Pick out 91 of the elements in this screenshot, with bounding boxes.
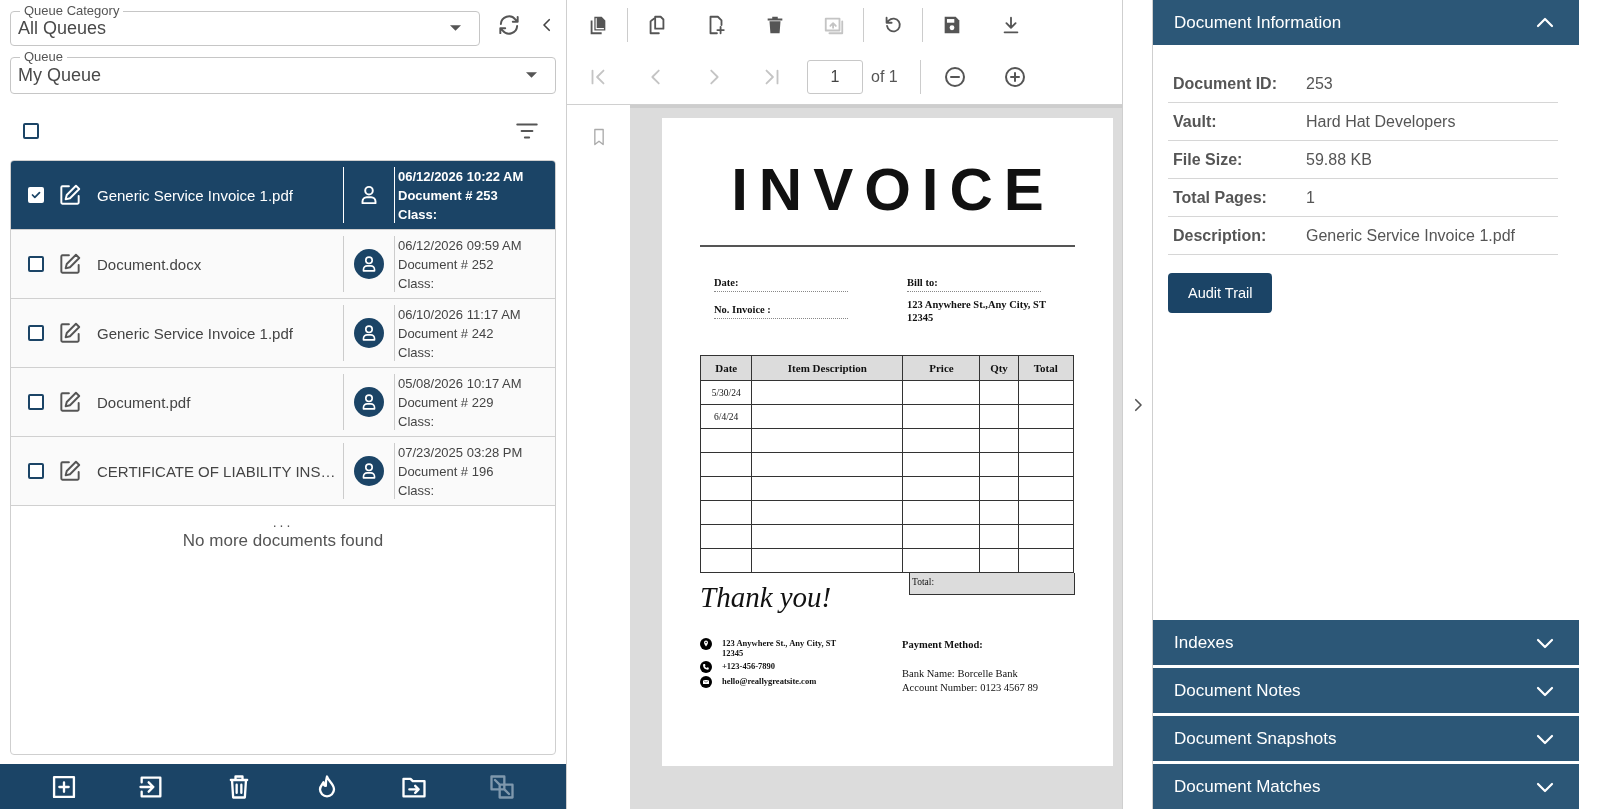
document-list-item[interactable]: Document.pdf 05/08/2026 10:17 AM Document # 229 Class:	[11, 368, 555, 437]
field-label: Document ID:	[1173, 74, 1278, 93]
billing-address: 123 Anywhere St.,Any City, ST 12345	[907, 298, 1047, 324]
avatar-icon	[354, 387, 384, 417]
field-label: Vault:	[1173, 112, 1218, 131]
document-class: Class:	[398, 412, 436, 431]
field-label: Queue	[24, 49, 64, 64]
checkbox[interactable]	[28, 394, 44, 410]
document-class: Class:	[398, 481, 436, 500]
caret-down-icon	[450, 25, 461, 31]
field-value: 1	[1306, 188, 1315, 207]
phone-icon	[700, 661, 712, 673]
payment-line: Account Number: 0123 4567 89	[902, 681, 1038, 695]
payment-heading: Payment Method:	[902, 638, 984, 652]
checkbox[interactable]	[28, 463, 44, 479]
document-name: Generic Service Invoice 1.pdf	[97, 324, 294, 342]
total-cell: Total:	[909, 573, 1075, 595]
form-label: No. Invoice :	[714, 304, 848, 319]
column-header: Price	[929, 362, 954, 374]
form-label: Bill to:	[907, 277, 1041, 292]
document-date: 06/12/2026 10:22 AM	[398, 167, 525, 186]
avatar-icon	[354, 318, 384, 348]
document-date: 06/12/2026 09:59 AM	[398, 236, 523, 255]
document-class: Class:	[398, 274, 436, 293]
document-list-item[interactable]: Generic Service Invoice 1.pdf 06/12/2026 10:22 AM Document # 253 Class:	[11, 161, 555, 230]
zoom-in-icon[interactable]	[1002, 65, 1027, 89]
document-number: Document # 253	[398, 186, 499, 205]
payment-line: Bank Name: Borcelle Bank	[902, 667, 1019, 681]
invoice-title: INVOICE	[730, 155, 1056, 220]
document-number: Document # 242	[398, 324, 495, 343]
document-name: Document.docx	[97, 255, 203, 273]
contact-text: 123 Anywhere St., Any City, ST 12345	[722, 638, 837, 658]
select-field[interactable]: Queue My Queue	[10, 50, 556, 94]
audit-trail-button[interactable]: Audit Trail	[1168, 273, 1273, 313]
thank-you-text: Thank you!	[700, 580, 832, 614]
avatar-icon	[354, 249, 384, 279]
pencil-icon[interactable]	[57, 458, 83, 484]
ellipsis-text: ...	[272, 514, 294, 530]
pencil-icon[interactable]	[57, 320, 83, 346]
document-date: 06/10/2026 11:17 AM	[398, 305, 522, 324]
caret-down-icon	[526, 72, 537, 78]
table-cell: 5/30/24	[711, 387, 741, 398]
contact-text: +123-456-7890	[722, 661, 776, 671]
field-label: Queue Category	[24, 3, 120, 18]
document-list-item[interactable]: Generic Service Invoice 1.pdf 06/10/2026 11:17 AM Document # 242 Class:	[11, 299, 555, 368]
field-value: Hard Hat Developers	[1306, 112, 1456, 131]
empty-message: No more documents found	[182, 530, 384, 552]
page-count: of 1	[871, 68, 898, 86]
document-number: Document # 252	[398, 255, 495, 274]
column-header: Date	[715, 362, 738, 374]
avatar-icon	[354, 456, 384, 486]
location-pin-icon	[700, 638, 712, 650]
column-header: Item Description	[787, 362, 867, 374]
field-label: Total Pages:	[1173, 188, 1268, 207]
checkbox[interactable]	[28, 325, 44, 341]
column-header: Total	[1033, 362, 1058, 374]
accordion-header[interactable]: Document Information	[1153, 0, 1579, 45]
pencil-icon[interactable]	[57, 389, 83, 415]
contact-text: hello@reallygreatsite.com	[722, 676, 818, 686]
refresh-icon[interactable]	[496, 12, 522, 38]
accordion-header[interactable]: Document Snapshots	[1153, 716, 1579, 761]
field-label: Description:	[1173, 226, 1268, 245]
document-list-item[interactable]: Document.docx 06/12/2026 09:59 AM Document # 252 Class:	[11, 230, 555, 299]
column-header: Qty	[990, 362, 1008, 374]
document-date: 05/08/2026 10:17 AM	[398, 374, 523, 393]
field-label: File Size:	[1173, 150, 1244, 169]
document-number: Document # 196	[398, 462, 495, 481]
pencil-icon[interactable]	[57, 251, 83, 277]
document-name: Generic Service Invoice 1.pdf	[97, 186, 294, 204]
accordion-header[interactable]: Document Notes	[1153, 668, 1579, 713]
document-name: CERTIFICATE OF LIABILITY INS…	[97, 462, 337, 480]
field-value: 59.88 KB	[1306, 150, 1372, 169]
accordion-header[interactable]: Indexes	[1153, 620, 1579, 665]
pencil-icon[interactable]	[57, 182, 83, 208]
document-class: Class:	[398, 343, 436, 362]
select-field[interactable]: Queue Category All Queues	[10, 4, 480, 46]
field-value: Generic Service Invoice 1.pdf	[1306, 226, 1515, 245]
accordion-header[interactable]: Document Matches	[1153, 764, 1579, 809]
checkbox[interactable]	[23, 123, 39, 139]
checkbox[interactable]	[28, 256, 44, 272]
zoom-out-icon[interactable]	[942, 65, 967, 89]
document-list-item[interactable]: CERTIFICATE OF LIABILITY INS… 07/23/2025 03:28 PM Document # 196 Class:	[11, 437, 555, 506]
page-number-field[interactable]: 1	[807, 60, 863, 94]
field-value: 253	[1306, 74, 1333, 93]
document-name: Document.pdf	[97, 393, 192, 411]
document-date: 07/23/2025 03:28 PM	[398, 443, 524, 462]
document-number: Document # 229	[398, 393, 495, 412]
form-label: Date:	[714, 277, 848, 292]
envelope-icon	[700, 676, 712, 688]
table-cell: 6/4/24	[714, 411, 739, 422]
document-class: Class:	[398, 205, 439, 224]
